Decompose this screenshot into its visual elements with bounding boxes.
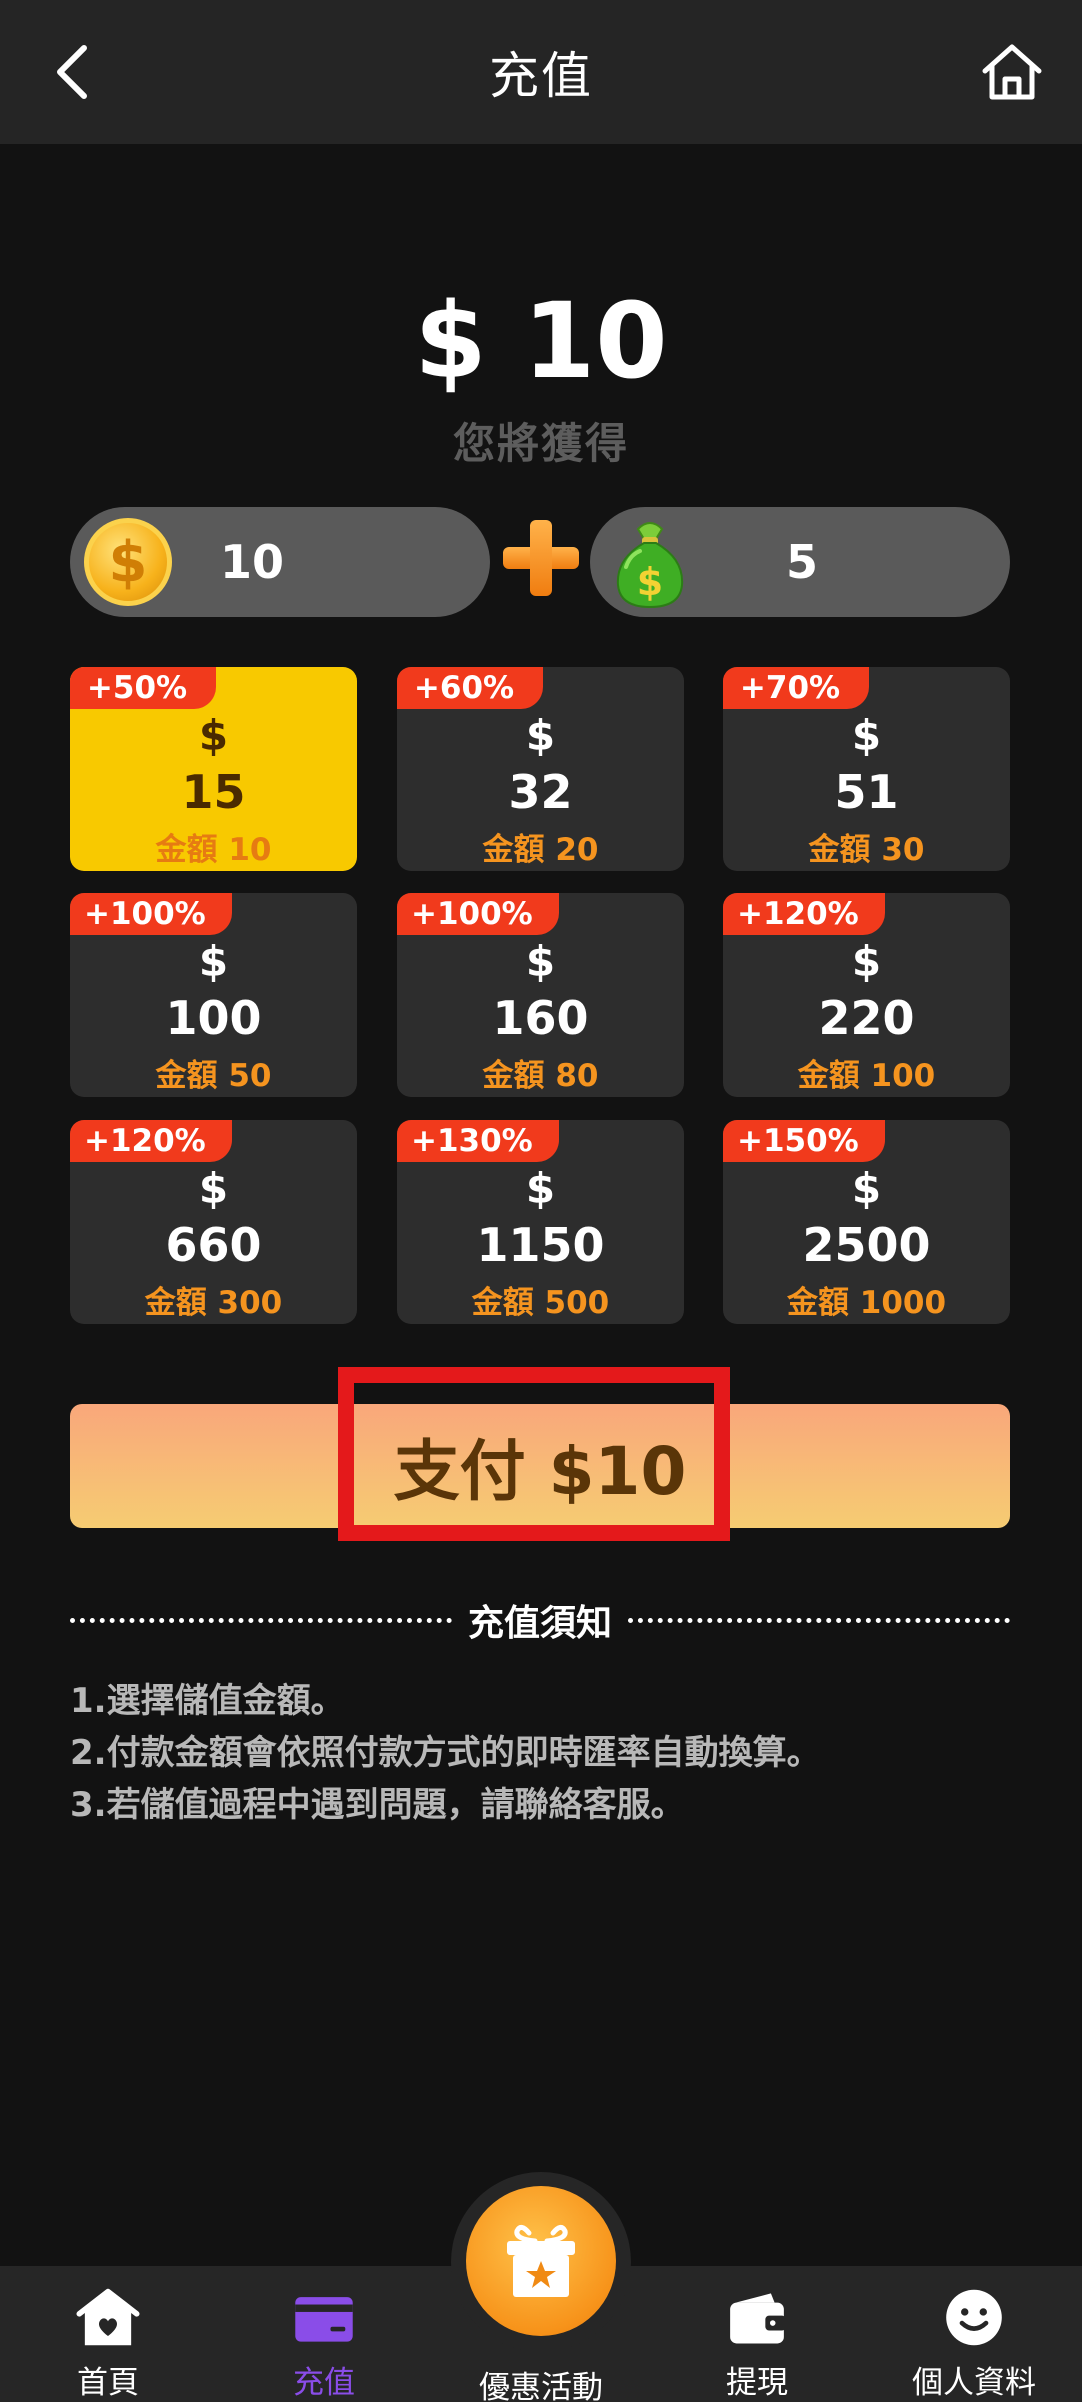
recharge-amount: $ 10 bbox=[414, 280, 668, 402]
package-price: 金額 80 bbox=[482, 1058, 599, 1094]
package-card[interactable]: +120% $ 660 金額 300 bbox=[70, 1120, 357, 1324]
bonus-badge: +50% bbox=[70, 667, 216, 709]
package-amount: 220 bbox=[818, 991, 915, 1045]
dotted-divider bbox=[628, 1617, 1011, 1623]
coin-reward-pill: $ 10 bbox=[70, 507, 490, 617]
bonus-badge: +60% bbox=[397, 667, 543, 709]
dotted-divider bbox=[70, 1617, 452, 1623]
package-amount: 32 bbox=[508, 765, 573, 819]
currency-symbol: $ bbox=[525, 711, 556, 760]
nav-label-profile: 個人資料 bbox=[912, 2365, 1036, 2401]
currency-symbol: $ bbox=[198, 1164, 229, 1213]
package-card[interactable]: +100% $ 100 金額 50 bbox=[70, 893, 357, 1097]
header-bar: 充值 bbox=[0, 0, 1082, 144]
currency-symbol: $ bbox=[198, 711, 229, 760]
package-price: 金額 30 bbox=[808, 832, 925, 868]
home-button[interactable] bbox=[970, 30, 1054, 114]
currency-symbol: $ bbox=[198, 937, 229, 986]
coin-icon: $ bbox=[84, 518, 172, 606]
package-amount: 100 bbox=[165, 991, 262, 1045]
package-amount: 1150 bbox=[476, 1218, 605, 1272]
package-card[interactable]: +130% $ 1150 金額 500 bbox=[397, 1120, 684, 1324]
package-price: 金額 300 bbox=[144, 1285, 283, 1321]
package-card[interactable]: +60% $ 32 金額 20 bbox=[397, 667, 684, 871]
package-price: 金額 50 bbox=[155, 1058, 272, 1094]
package-amount: 2500 bbox=[802, 1218, 931, 1272]
nav-label-recharge: 充值 bbox=[293, 2365, 355, 2401]
nav-label-withdraw: 提現 bbox=[726, 2365, 788, 2401]
money-bag-icon: $ bbox=[616, 522, 684, 609]
bonus-badge: +70% bbox=[723, 667, 869, 709]
nav-item-withdraw[interactable]: 提現 bbox=[649, 2266, 865, 2402]
notice-header: 充值須知 bbox=[70, 1598, 1011, 1644]
package-price: 金額 1000 bbox=[786, 1285, 947, 1321]
bonus-badge: +120% bbox=[723, 893, 885, 935]
package-card[interactable]: +50% $ 15 金額 10 bbox=[70, 667, 357, 871]
nav-item-home[interactable]: 首頁 bbox=[0, 2266, 216, 2402]
bonus-badge: +120% bbox=[70, 1120, 232, 1162]
notice-title: 充值須知 bbox=[468, 1603, 613, 1644]
plus-icon bbox=[503, 520, 579, 596]
package-amount: 51 bbox=[834, 765, 899, 819]
card-icon bbox=[295, 2297, 353, 2342]
back-button[interactable] bbox=[30, 30, 114, 114]
currency-symbol: $ bbox=[525, 937, 556, 986]
coin-reward-value: 10 bbox=[220, 535, 285, 589]
bonus-badge: +100% bbox=[397, 893, 559, 935]
package-card[interactable]: +70% $ 51 金額 30 bbox=[723, 667, 1010, 871]
nav-label-home: 首頁 bbox=[77, 2365, 139, 2401]
package-card[interactable]: +120% $ 220 金額 100 bbox=[723, 893, 1010, 1097]
package-price: 金額 10 bbox=[155, 832, 272, 868]
wallet-icon bbox=[730, 2293, 786, 2344]
package-card[interactable]: +150% $ 2500 金額 1000 bbox=[723, 1120, 1010, 1324]
nav-item-profile[interactable]: 個人資料 bbox=[866, 2266, 1082, 2402]
package-price: 金額 100 bbox=[797, 1058, 936, 1094]
package-amount: 15 bbox=[181, 765, 246, 819]
bonus-reward-value: 5 bbox=[786, 535, 819, 589]
bonus-badge: +100% bbox=[70, 893, 232, 935]
nav-center-backdrop bbox=[451, 2172, 631, 2352]
currency-symbol: $ bbox=[851, 711, 882, 760]
smiley-icon bbox=[946, 2289, 1002, 2346]
recharge-page: 充值 $ 10 您將獲得 $ 10 $ 5 +50% $ 15 金額 10 +6… bbox=[0, 0, 1082, 2402]
package-price: 金額 500 bbox=[471, 1285, 610, 1321]
package-amount: 160 bbox=[492, 991, 589, 1045]
package-price: 金額 20 bbox=[482, 832, 599, 868]
notice-item: 1.選擇儲值金額。 bbox=[70, 1681, 345, 1721]
package-card[interactable]: +100% $ 160 金額 80 bbox=[397, 893, 684, 1097]
home-icon bbox=[982, 44, 1042, 100]
bonus-badge: +150% bbox=[723, 1120, 885, 1162]
bonus-reward-pill: $ 5 bbox=[590, 507, 1010, 617]
nav-item-promotions[interactable] bbox=[466, 2186, 616, 2336]
currency-symbol: $ bbox=[851, 937, 882, 986]
notice-item: 3.若儲值過程中遇到問題，請聯絡客服。 bbox=[70, 1785, 685, 1825]
home-heart-icon bbox=[76, 2288, 140, 2346]
notice-item: 2.付款金額會依照付款方式的即時匯率自動換算。 bbox=[70, 1733, 821, 1773]
page-title: 充值 bbox=[489, 47, 593, 105]
chevron-left-icon bbox=[57, 45, 87, 99]
gift-star-icon bbox=[507, 2225, 575, 2297]
nav-item-recharge[interactable]: 充值 bbox=[216, 2266, 432, 2402]
will-get-label: 您將獲得 bbox=[452, 419, 629, 468]
highlight-box bbox=[338, 1367, 730, 1541]
currency-symbol: $ bbox=[851, 1164, 882, 1213]
bonus-badge: +130% bbox=[397, 1120, 559, 1162]
notice-list: 1.選擇儲值金額。 2.付款金額會依照付款方式的即時匯率自動換算。 3.若儲值過… bbox=[70, 1675, 1030, 1831]
package-amount: 660 bbox=[165, 1218, 262, 1272]
svg-text:$: $ bbox=[637, 560, 663, 604]
currency-symbol: $ bbox=[525, 1164, 556, 1213]
nav-label-promotions: 優惠活動 bbox=[479, 2370, 603, 2402]
